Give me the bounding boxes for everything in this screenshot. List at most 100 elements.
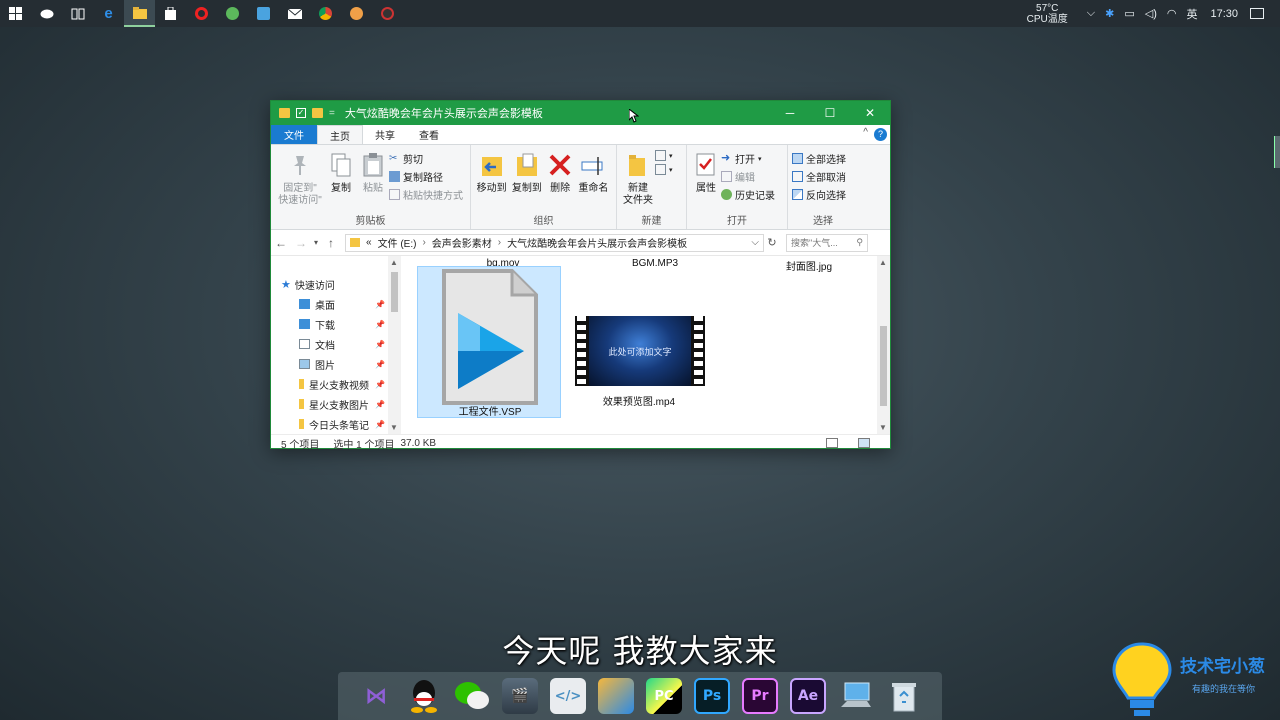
- close-button[interactable]: ✕: [850, 106, 890, 120]
- recorder-icon[interactable]: [372, 0, 403, 27]
- large-icons-view-icon[interactable]: [858, 438, 870, 448]
- pycharm-icon[interactable]: PC: [646, 678, 682, 714]
- file-tile-selected[interactable]: 工程文件.VSP: [417, 266, 561, 418]
- search-box[interactable]: 搜索"大气... ⚲: [786, 233, 868, 252]
- battery-icon[interactable]: ▭: [1124, 7, 1134, 20]
- collapse-ribbon-icon[interactable]: ^: [863, 127, 868, 138]
- pin-icon[interactable]: 📌: [375, 420, 385, 429]
- new-folder-quick-icon[interactable]: [312, 108, 323, 118]
- qq-icon[interactable]: [406, 678, 442, 714]
- file-name[interactable]: 封面图.jpg: [737, 258, 881, 273]
- recycle-bin-icon[interactable]: [886, 678, 922, 714]
- nav-item-downloads[interactable]: 下载 📌: [271, 314, 401, 334]
- nav-quick-access[interactable]: ★ 快速访问: [271, 274, 401, 294]
- nav-item-folder[interactable]: 星火支教视频 📌: [271, 374, 401, 394]
- title-bar[interactable]: ✓ = 大气炫酷晚会年会片头展示会声会影模板 ─ ☐ ✕: [271, 101, 890, 125]
- open-button[interactable]: ➜ 打开 ▾: [721, 151, 775, 167]
- scroll-down-icon[interactable]: ▼: [879, 423, 887, 432]
- notification-icon[interactable]: [1250, 8, 1264, 19]
- pin-icon[interactable]: 📌: [375, 320, 385, 329]
- chevron-right-icon-2[interactable]: ›: [498, 237, 501, 248]
- file-explorer-icon[interactable]: [124, 0, 155, 27]
- edit-button[interactable]: 编辑: [721, 169, 775, 184]
- computer-icon[interactable]: [838, 678, 874, 714]
- start-icon[interactable]: [0, 0, 31, 27]
- breadcrumb-current[interactable]: 大气炫酷晚会年会片头展示会声会影模板: [507, 235, 687, 250]
- help-icon[interactable]: ?: [874, 128, 887, 141]
- store-icon[interactable]: [155, 0, 186, 27]
- back-arrow-icon[interactable]: ←: [271, 236, 291, 250]
- chevron-right-icon[interactable]: ›: [422, 237, 425, 248]
- scroll-thumb[interactable]: [391, 272, 398, 312]
- breadcrumb-overflow[interactable]: «: [366, 237, 372, 248]
- address-bar[interactable]: « 文件 (E:) › 会声会影素材 › 大气炫酷晚会年会片头展示会声会影模板 …: [345, 233, 764, 252]
- wifi-icon[interactable]: ◠: [1167, 7, 1177, 20]
- up-arrow-icon[interactable]: ↑: [321, 236, 341, 250]
- mail-icon[interactable]: [279, 0, 310, 27]
- orange-app-icon[interactable]: [341, 0, 372, 27]
- properties-quick-icon[interactable]: ✓: [296, 108, 306, 118]
- tab-home[interactable]: 主页: [317, 125, 363, 144]
- photoshop-icon[interactable]: Ps: [694, 678, 730, 714]
- address-dropdown-icon[interactable]: ⌵: [751, 237, 759, 248]
- maximize-button[interactable]: ☐: [810, 106, 850, 120]
- nav-item-pictures[interactable]: 图片 📌: [271, 354, 401, 374]
- scroll-down-icon[interactable]: ▼: [390, 423, 398, 432]
- edge-icon[interactable]: e: [93, 0, 124, 27]
- bluetooth-icon[interactable]: ✱: [1105, 7, 1114, 20]
- volume-icon[interactable]: ◁): [1145, 7, 1157, 20]
- scroll-up-icon[interactable]: ▲: [879, 258, 887, 267]
- recent-dropdown-icon[interactable]: ▾: [311, 238, 321, 247]
- minimize-button[interactable]: ─: [770, 106, 810, 120]
- after-effects-icon[interactable]: Ae: [790, 678, 826, 714]
- nav-item-documents[interactable]: 文档 📌: [271, 334, 401, 354]
- scroll-thumb[interactable]: [880, 326, 887, 406]
- scroll-up-icon[interactable]: ▲: [390, 258, 398, 267]
- nav-item-desktop[interactable]: 桌面 📌: [271, 294, 401, 314]
- cortana-icon[interactable]: [31, 0, 62, 27]
- wechat-icon[interactable]: [454, 678, 490, 714]
- tab-file[interactable]: 文件: [271, 125, 317, 144]
- customize-toolbar-icon[interactable]: =: [329, 108, 335, 119]
- green-app-icon[interactable]: [217, 0, 248, 27]
- nav-item-folder[interactable]: 星火支教图片 📌: [271, 394, 401, 414]
- pin-icon[interactable]: 📌: [375, 300, 385, 309]
- opera-icon[interactable]: [186, 0, 217, 27]
- breadcrumb-drive[interactable]: 文件 (E:): [378, 235, 417, 250]
- pin-icon[interactable]: 📌: [375, 360, 385, 369]
- file-tile-video[interactable]: 此处可添加文字 效果预览图.mp4: [571, 314, 715, 414]
- video-editor-icon[interactable]: 🎬: [502, 678, 538, 714]
- copy-path-button[interactable]: 复制路径: [389, 169, 463, 184]
- pin-icon[interactable]: 📌: [375, 400, 385, 409]
- visual-studio-icon[interactable]: ⋈: [358, 678, 394, 714]
- new-item-button[interactable]: ▾: [655, 150, 673, 161]
- select-all-button[interactable]: 全部选择: [792, 151, 846, 166]
- tab-view[interactable]: 查看: [407, 125, 451, 144]
- easy-access-button[interactable]: ▾: [655, 164, 673, 175]
- chevron-up-icon[interactable]: ⌵: [1087, 7, 1095, 20]
- select-none-button[interactable]: 全部取消: [792, 169, 846, 184]
- history-button[interactable]: 历史记录: [721, 187, 775, 202]
- files-app-icon[interactable]: [598, 678, 634, 714]
- nav-item-folder[interactable]: 今日头条笔记 📌: [271, 414, 401, 434]
- ime-indicator[interactable]: 英: [1186, 6, 1197, 22]
- blue-app-icon[interactable]: [248, 0, 279, 27]
- invert-selection-button[interactable]: 反向选择: [792, 187, 846, 202]
- premiere-icon[interactable]: Pr: [742, 678, 778, 714]
- pin-icon[interactable]: 📌: [375, 340, 385, 349]
- cut-button[interactable]: ✂ 剪切: [389, 151, 463, 166]
- task-view-icon[interactable]: [62, 0, 93, 27]
- paste-shortcut-button[interactable]: 粘贴快捷方式: [389, 187, 463, 202]
- breadcrumb-folder[interactable]: 会声会影素材: [432, 235, 492, 250]
- forward-arrow-icon[interactable]: →: [291, 236, 311, 250]
- details-view-icon[interactable]: [826, 438, 838, 448]
- code-editor-icon[interactable]: </>: [550, 678, 586, 714]
- chrome-icon[interactable]: [310, 0, 341, 27]
- nav-scrollbar[interactable]: ▲ ▼: [388, 256, 401, 434]
- refresh-icon[interactable]: ↻: [764, 236, 780, 249]
- tab-share[interactable]: 共享: [363, 125, 407, 144]
- file-name[interactable]: BGM.MP3: [583, 258, 727, 269]
- pin-icon[interactable]: 📌: [375, 380, 385, 389]
- clock[interactable]: 17:30: [1210, 8, 1238, 20]
- content-scrollbar[interactable]: ▲ ▼: [877, 256, 890, 434]
